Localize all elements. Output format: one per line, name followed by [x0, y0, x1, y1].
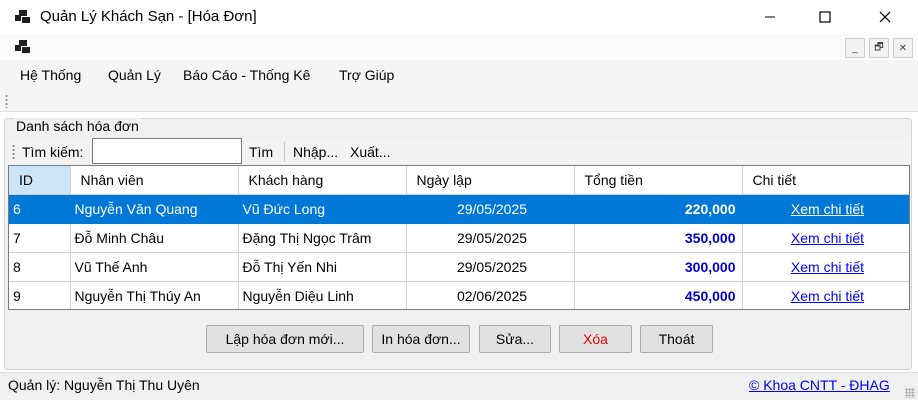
cell-staff[interactable]: Nguyễn Văn Quang	[70, 194, 239, 224]
minimize-icon	[765, 16, 775, 18]
cell-id[interactable]: 8	[9, 252, 71, 282]
new-invoice-button[interactable]: Lập hóa đơn mới...	[206, 325, 364, 353]
view-detail-link[interactable]: Xem chi tiết	[791, 288, 864, 304]
column-header-total[interactable]: Tổng tiền	[574, 166, 743, 195]
menu-system[interactable]: Hệ Thống	[20, 67, 81, 83]
cell-detail[interactable]: Xem chi tiết	[742, 281, 909, 309]
export-button[interactable]: Xuất...	[350, 144, 390, 160]
menu-bar: Hệ Thống Quản Lý Báo Cáo - Thống Kê Trợ …	[0, 60, 918, 90]
view-detail-link[interactable]: Xem chi tiết	[791, 259, 864, 275]
delete-button[interactable]: Xóa	[559, 325, 632, 353]
cell-customer[interactable]: Đặng Thị Ngọc Trâm	[238, 223, 407, 253]
resize-grip-icon[interactable]	[905, 388, 915, 398]
title-bar: Quản Lý Khách Sạn - [Hóa Đơn]	[0, 0, 918, 34]
cell-date[interactable]: 02/06/2025	[406, 281, 575, 309]
column-header-detail[interactable]: Chi tiết	[742, 166, 909, 195]
cell-id[interactable]: 7	[9, 223, 71, 253]
maximize-icon	[819, 11, 831, 23]
cell-staff[interactable]: Vũ Thế Anh	[70, 252, 239, 282]
window-title: Quản Lý Khách Sạn - [Hóa Đơn]	[40, 8, 257, 25]
cell-id[interactable]: 6	[9, 194, 71, 224]
toolstrip	[0, 90, 918, 112]
column-header-date[interactable]: Ngày lập	[406, 166, 575, 195]
view-detail-link[interactable]: Xem chi tiết	[791, 230, 864, 246]
menu-manage[interactable]: Quản Lý	[108, 67, 161, 83]
column-header-customer[interactable]: Khách hàng	[238, 166, 407, 195]
cell-date[interactable]: 29/05/2025	[406, 252, 575, 282]
toolbar-separator	[284, 142, 285, 162]
cell-total[interactable]: 450,000	[574, 281, 743, 309]
cell-detail[interactable]: Xem chi tiết	[742, 252, 909, 282]
table-row[interactable]: 8 Vũ Thế Anh Đỗ Thị Yến Nhi 29/05/2025 3…	[9, 252, 909, 282]
cell-total[interactable]: 220,000	[574, 194, 743, 224]
cell-id[interactable]: 9	[9, 281, 71, 309]
cell-staff[interactable]: Nguyễn Thị Thúy An	[70, 281, 239, 309]
exit-button[interactable]: Thoát	[640, 325, 713, 353]
find-button[interactable]: Tìm	[249, 144, 273, 160]
import-button[interactable]: Nhập...	[293, 144, 338, 160]
credit-link[interactable]: © Khoa CNTT - ĐHAG	[749, 377, 890, 393]
cell-date[interactable]: 29/05/2025	[406, 223, 575, 253]
menu-reports[interactable]: Báo Cáo - Thống Kê	[183, 67, 310, 83]
cell-date[interactable]: 29/05/2025	[406, 194, 575, 224]
cell-staff[interactable]: Đỗ Minh Châu	[70, 223, 239, 253]
cell-total[interactable]: 300,000	[574, 252, 743, 282]
grid-header-row: ID Nhân viên Khách hàng Ngày lập Tổng ti…	[9, 166, 909, 195]
cell-customer[interactable]: Vũ Đức Long	[238, 194, 407, 224]
close-icon	[879, 11, 891, 23]
mdi-restore-button[interactable]: 🗗	[869, 38, 889, 58]
toolstrip-grip-icon[interactable]	[5, 94, 8, 108]
search-input[interactable]	[92, 138, 242, 164]
maximize-button[interactable]	[802, 0, 848, 34]
app-window-icon	[15, 10, 30, 23]
mdi-control-bar: _ 🗗 ✕	[0, 34, 918, 60]
cell-detail[interactable]: Xem chi tiết	[742, 223, 909, 253]
cell-customer[interactable]: Đỗ Thị Yến Nhi	[238, 252, 407, 282]
view-detail-link[interactable]: Xem chi tiết	[791, 201, 864, 217]
close-button[interactable]	[862, 0, 908, 34]
search-label: Tìm kiếm:	[22, 144, 84, 160]
edit-button[interactable]: Sửa...	[479, 325, 551, 353]
cell-customer[interactable]: Nguyễn Diệu Linh	[238, 281, 407, 309]
print-invoice-button[interactable]: In hóa đơn...	[372, 325, 470, 353]
cell-total[interactable]: 350,000	[574, 223, 743, 253]
table-row[interactable]: 6 Nguyễn Văn Quang Vũ Đức Long 29/05/202…	[9, 194, 909, 224]
mdi-minimize-button[interactable]: _	[845, 38, 865, 58]
groupbox-title: Danh sách hóa đơn	[14, 118, 141, 134]
minimize-button[interactable]	[747, 0, 793, 34]
status-manager: Quản lý: Nguyễn Thị Thu Uyên	[8, 377, 200, 393]
column-header-staff[interactable]: Nhân viên	[70, 166, 239, 195]
menu-help[interactable]: Trợ Giúp	[339, 67, 394, 83]
mdi-close-button[interactable]: ✕	[893, 38, 913, 58]
invoice-grid[interactable]: ID Nhân viên Khách hàng Ngày lập Tổng ti…	[8, 165, 910, 310]
cell-detail[interactable]: Xem chi tiết	[742, 194, 909, 224]
table-row[interactable]: 9 Nguyễn Thị Thúy An Nguyễn Diệu Linh 02…	[9, 281, 909, 309]
search-toolbar-grip-icon[interactable]	[12, 144, 15, 160]
table-row[interactable]: 7 Đỗ Minh Châu Đặng Thị Ngọc Trâm 29/05/…	[9, 223, 909, 253]
column-header-id[interactable]: ID	[9, 166, 71, 195]
mdi-child-icon[interactable]	[15, 40, 30, 53]
